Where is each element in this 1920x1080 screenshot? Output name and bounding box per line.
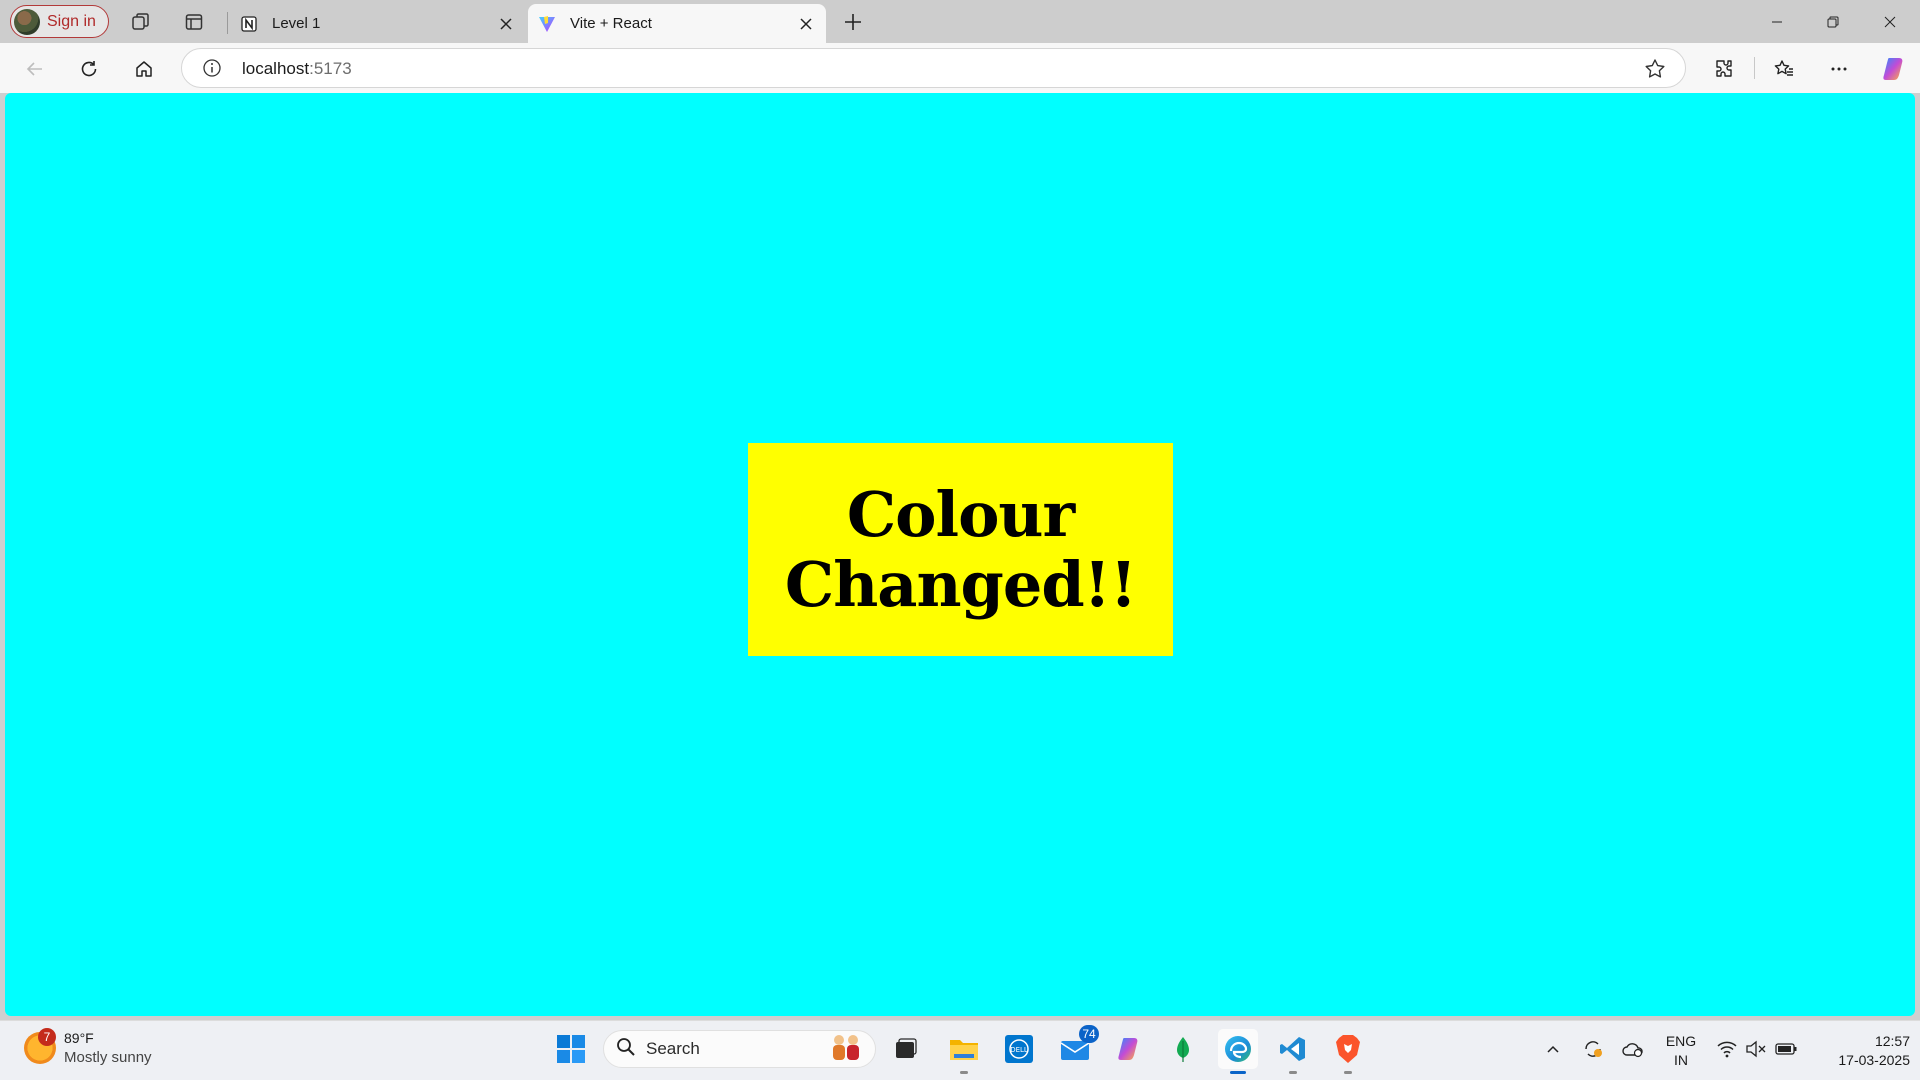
- url-text: localhost:5173: [242, 59, 352, 79]
- running-indicator: [1230, 1071, 1246, 1074]
- close-tab-icon[interactable]: [492, 10, 520, 38]
- close-window-button[interactable]: [1862, 0, 1918, 43]
- mongodb-compass-icon[interactable]: [1163, 1029, 1203, 1069]
- url-port: :5173: [309, 59, 352, 78]
- profile-avatar: [14, 8, 40, 35]
- minimize-button[interactable]: [1749, 0, 1805, 43]
- favorites-icon[interactable]: [1767, 53, 1801, 85]
- more-options-icon[interactable]: [1822, 53, 1856, 85]
- tab-vite-react[interactable]: Vite + React: [528, 4, 826, 43]
- battery-icon[interactable]: [1768, 1029, 1804, 1069]
- workspaces-icon[interactable]: [126, 7, 156, 37]
- tab-level-1[interactable]: Level 1: [230, 4, 526, 43]
- search-label: Search: [646, 1039, 700, 1058]
- svg-text:DELL: DELL: [1010, 1046, 1028, 1054]
- region-code: IN: [1674, 1052, 1688, 1068]
- clock-date: 17-03-2025: [1838, 1052, 1910, 1068]
- refresh-icon[interactable]: [72, 53, 106, 85]
- heading-line-1: Colour: [846, 477, 1075, 551]
- dell-icon[interactable]: DELL: [999, 1029, 1039, 1069]
- home-icon[interactable]: [127, 53, 161, 85]
- extensions-icon[interactable]: [1707, 53, 1741, 85]
- taskbar-search[interactable]: Search: [603, 1030, 876, 1068]
- copilot-icon[interactable]: [1877, 53, 1911, 85]
- mail-icon[interactable]: 74: [1055, 1025, 1099, 1069]
- weather-badge: 7: [38, 1028, 56, 1046]
- close-tab-icon[interactable]: [792, 10, 820, 38]
- search-icon: [616, 1037, 636, 1062]
- language-indicator[interactable]: ENG IN: [1656, 1032, 1706, 1070]
- weather-condition: Mostly sunny: [64, 1049, 152, 1066]
- language-code: ENG: [1665, 1033, 1697, 1049]
- tab-title: Vite + React: [570, 15, 652, 32]
- brave-browser-icon[interactable]: [1328, 1029, 1368, 1074]
- clock[interactable]: 12:57 17-03-2025: [1806, 1032, 1910, 1070]
- address-bar[interactable]: localhost:5173: [181, 48, 1686, 88]
- running-indicator: [1344, 1071, 1352, 1074]
- weather-widget[interactable]: 7 89°F Mostly sunny: [24, 1028, 152, 1067]
- vertical-tabs-icon[interactable]: [179, 7, 209, 37]
- back-icon[interactable]: [18, 53, 52, 85]
- tab-title: Level 1: [272, 15, 321, 32]
- edge-browser-icon[interactable]: [1218, 1029, 1258, 1074]
- browser-toolbar: localhost:5173: [0, 43, 1920, 93]
- clock-time: 12:57: [1874, 1033, 1910, 1049]
- page-viewport: Colour Changed!!: [5, 93, 1915, 1016]
- new-tab-button[interactable]: [838, 7, 868, 37]
- toolbar-divider: [1754, 57, 1755, 79]
- sign-in-label: Sign in: [47, 12, 96, 30]
- notion-icon: [240, 15, 258, 33]
- favorite-star-icon[interactable]: [1643, 57, 1667, 81]
- running-indicator: [960, 1071, 968, 1074]
- sign-in-button[interactable]: Sign in: [10, 5, 109, 38]
- sync-icon[interactable]: [1573, 1029, 1613, 1069]
- restore-button[interactable]: [1805, 0, 1861, 43]
- windows-taskbar: 7 89°F Mostly sunny Search DELL 74 ENG I…: [0, 1020, 1920, 1080]
- mail-badge: 74: [1079, 1025, 1099, 1043]
- vite-icon: [538, 15, 556, 33]
- weather-temperature: 89°F: [64, 1030, 94, 1046]
- onedrive-icon[interactable]: [1613, 1029, 1653, 1069]
- task-view-icon[interactable]: [886, 1029, 926, 1069]
- colour-box[interactable]: Colour Changed!!: [748, 443, 1173, 656]
- chevron-up-icon[interactable]: [1533, 1029, 1573, 1069]
- url-host: localhost: [242, 59, 310, 78]
- page-heading: Colour Changed!!: [784, 477, 1137, 621]
- tab-strip: Sign in Level 1 Vite + React: [0, 0, 1920, 43]
- running-indicator: [1289, 1071, 1297, 1074]
- start-button-icon[interactable]: [551, 1029, 591, 1069]
- file-explorer-icon[interactable]: [944, 1029, 984, 1074]
- site-info-icon[interactable]: [202, 58, 222, 78]
- weather-sun-icon: 7: [24, 1028, 56, 1064]
- vscode-icon[interactable]: [1273, 1029, 1313, 1074]
- tab-divider: [227, 12, 228, 34]
- copilot-app-icon[interactable]: [1109, 1029, 1149, 1069]
- search-highlight-icon: [829, 1032, 863, 1067]
- heading-line-2: Changed!!: [784, 547, 1137, 621]
